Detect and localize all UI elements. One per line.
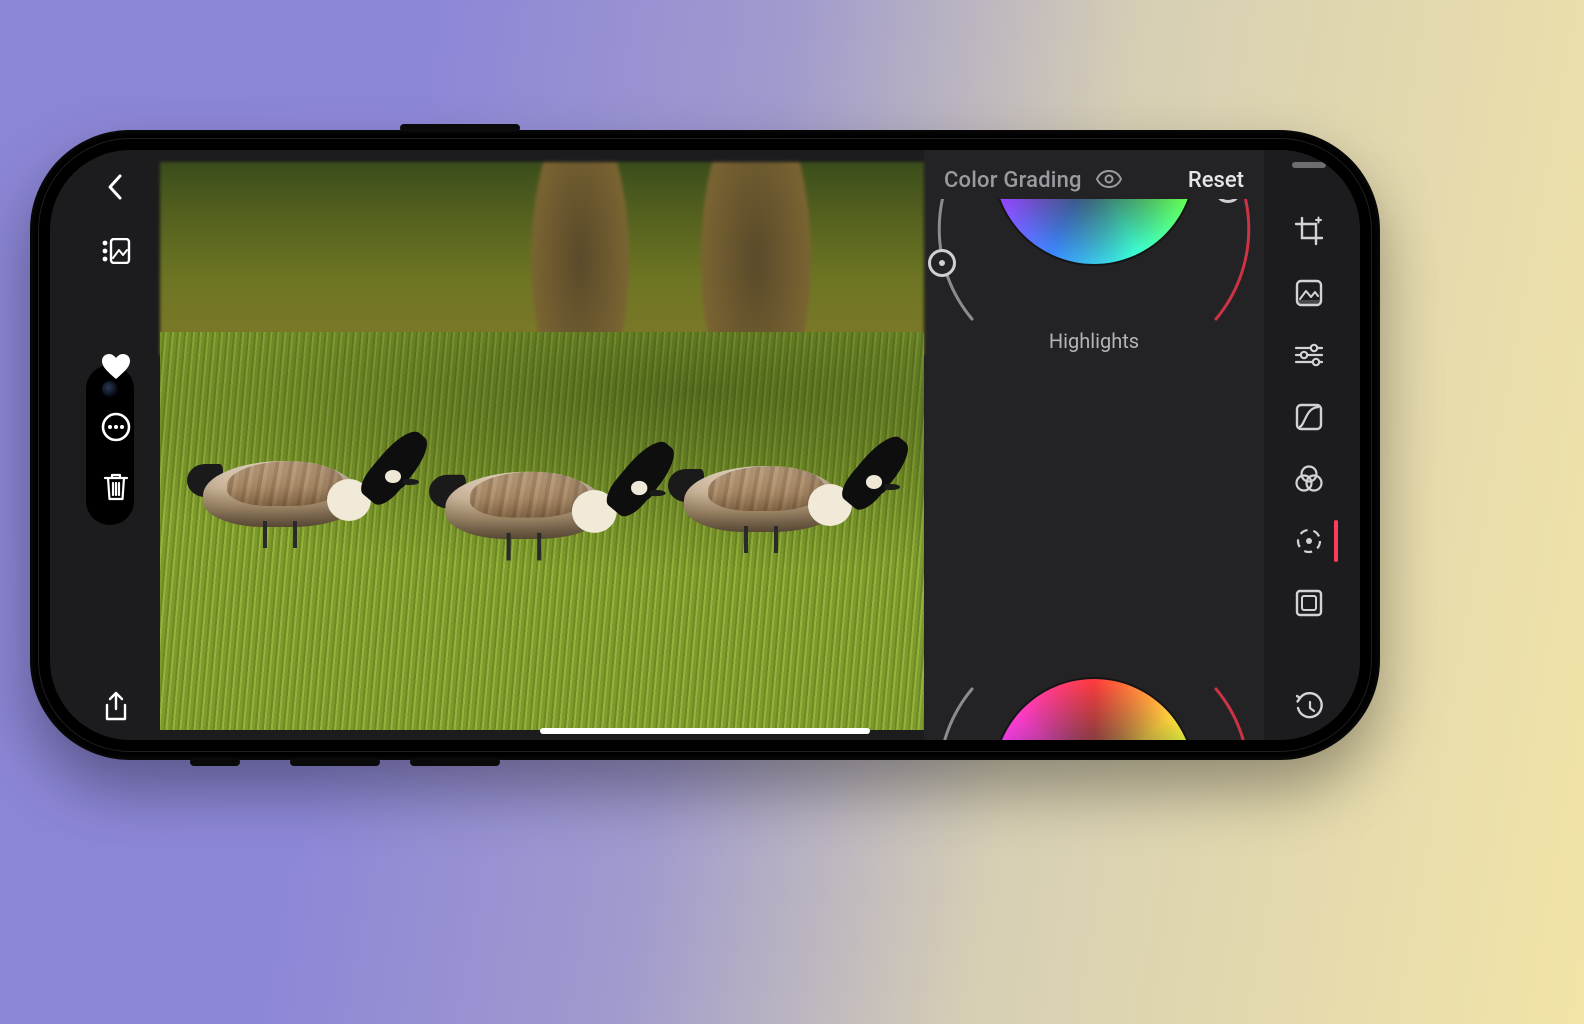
- frame-tool[interactable]: [1294, 588, 1324, 618]
- midtones-group: Midtones: [924, 679, 1264, 740]
- share-button[interactable]: [101, 692, 131, 722]
- subject-goose: [183, 401, 383, 551]
- selected-indicator: [1334, 520, 1338, 562]
- history-tool[interactable]: [1294, 692, 1324, 722]
- volume-up-button: [290, 758, 380, 766]
- panel-title: Color Grading: [944, 168, 1082, 193]
- crop-tool[interactable]: [1294, 216, 1324, 246]
- left-toolbar: [50, 150, 160, 740]
- highlights-saturation-arc[interactable]: [1206, 199, 1264, 339]
- volume-down-button: [410, 758, 500, 766]
- action-button: [190, 758, 240, 766]
- iphone-frame: Color Grading Reset: [30, 130, 1380, 760]
- subject-goose: [425, 410, 629, 563]
- midtones-saturation-arc[interactable]: [1206, 669, 1264, 740]
- back-button[interactable]: [101, 172, 131, 202]
- photo-preview: [160, 162, 924, 730]
- curves-tool[interactable]: [1294, 402, 1324, 432]
- reset-button[interactable]: Reset: [1188, 168, 1244, 193]
- photo-canvas[interactable]: [160, 150, 924, 740]
- highlights-luminance-handle[interactable]: [928, 249, 956, 277]
- highlights-label: Highlights: [924, 329, 1264, 353]
- screen: Color Grading Reset: [50, 150, 1360, 740]
- favorite-button[interactable]: [101, 352, 131, 382]
- library-button[interactable]: [101, 236, 131, 266]
- home-indicator[interactable]: [540, 728, 870, 734]
- color-grading-panel: Color Grading Reset: [924, 150, 1264, 740]
- delete-button[interactable]: [101, 472, 131, 502]
- right-toolbar: [1264, 150, 1360, 740]
- subject-goose: [664, 406, 864, 556]
- highlights-color-wheel[interactable]: [994, 199, 1194, 264]
- color-grading-tool[interactable]: [1294, 526, 1324, 556]
- wallpaper: Color Grading Reset: [0, 0, 1584, 1024]
- midtones-color-wheel[interactable]: [994, 679, 1194, 740]
- filters-tool[interactable]: [1294, 278, 1324, 308]
- more-button[interactable]: [101, 412, 131, 442]
- adjust-tool[interactable]: [1294, 340, 1324, 370]
- panel-drag-handle[interactable]: [1292, 162, 1326, 168]
- highlights-group: Highlights: [924, 199, 1264, 419]
- overlay-tool[interactable]: [1294, 464, 1324, 494]
- power-button: [400, 124, 520, 132]
- midtones-luminance-arc[interactable]: [924, 669, 982, 740]
- preview-toggle-icon[interactable]: [1096, 170, 1122, 192]
